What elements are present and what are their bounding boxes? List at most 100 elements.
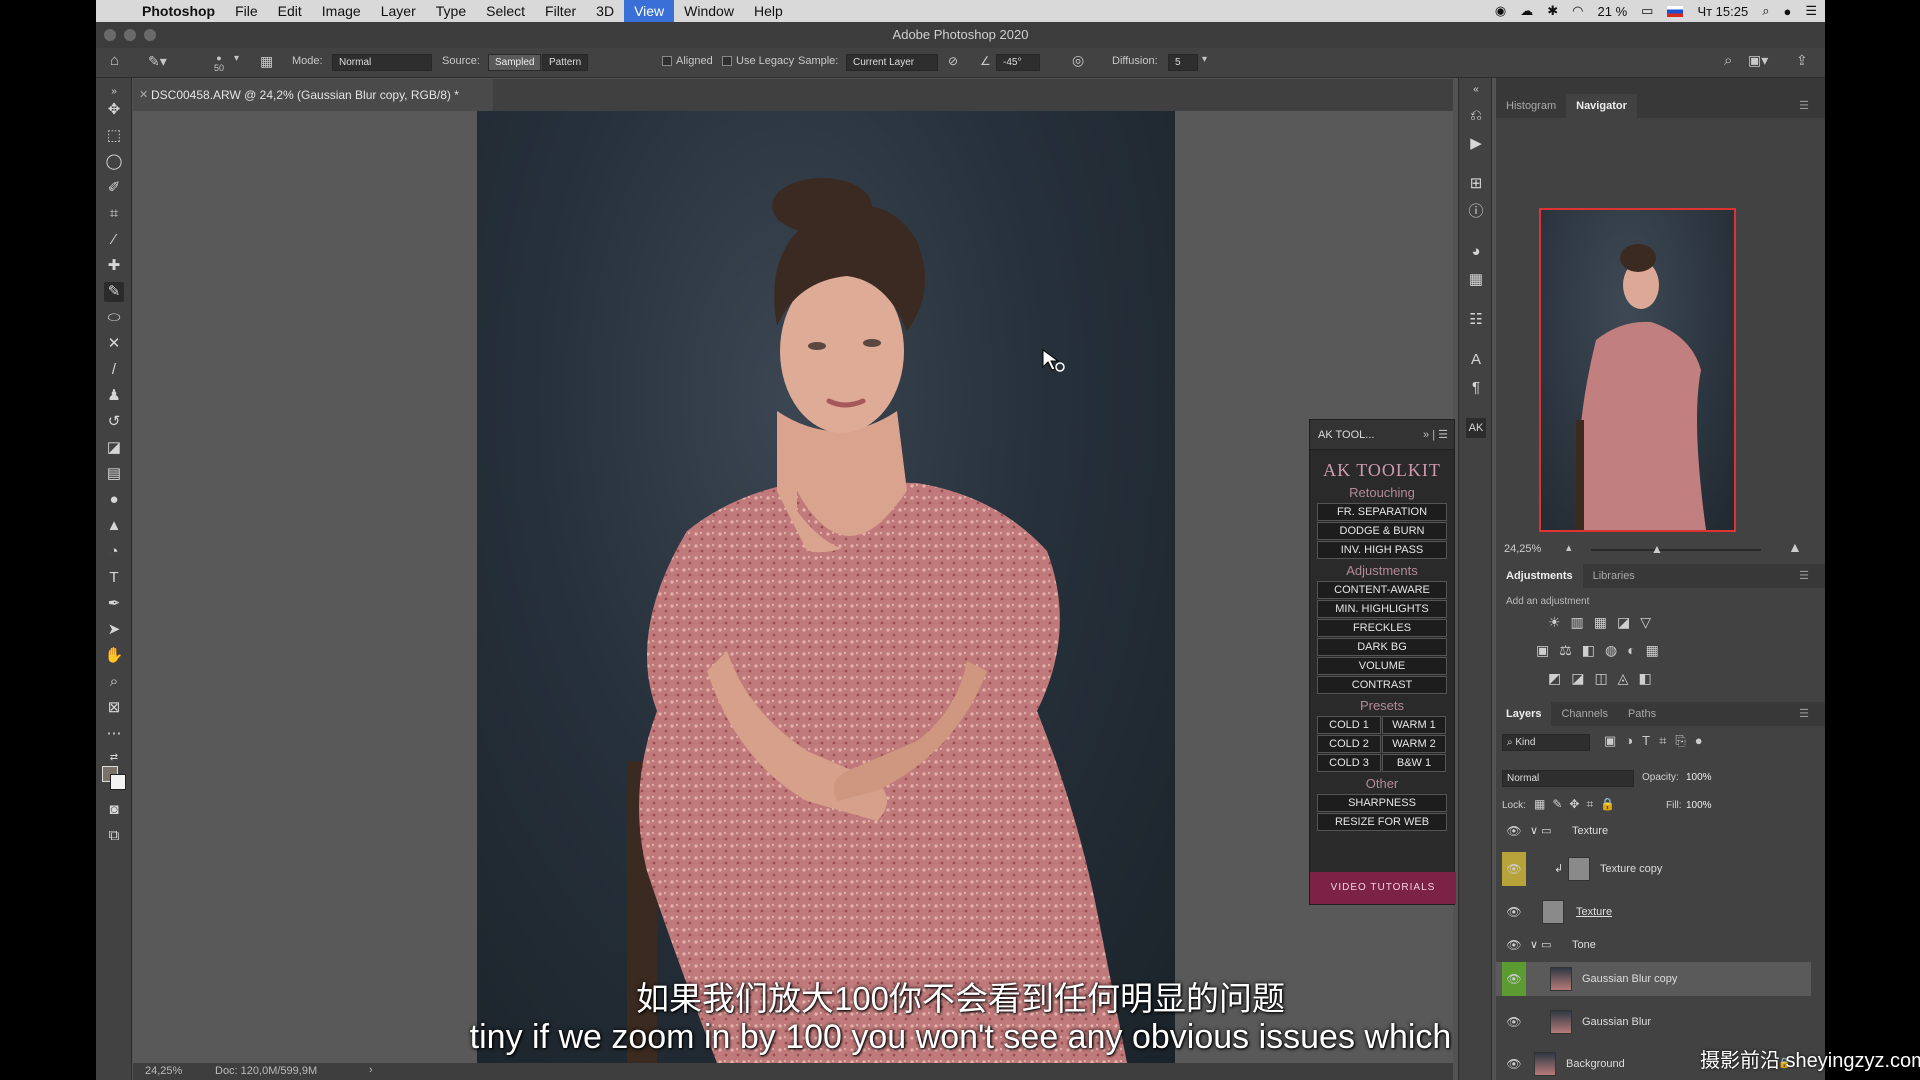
fr-separation-button[interactable]: FR. SEPARATION bbox=[1317, 503, 1447, 521]
adjustment-icons-row-2[interactable]: ▣⚖◧◍◐▦ bbox=[1536, 642, 1669, 659]
marquee-tool-icon[interactable]: ⬚ bbox=[104, 126, 124, 146]
layer-filter-select[interactable]: ⌕ Kind bbox=[1502, 734, 1590, 751]
bluetooth-icon[interactable]: ✱ bbox=[1547, 3, 1558, 19]
navigator-zoom-slider-handle[interactable]: ▲ bbox=[1651, 542, 1663, 556]
document-tab[interactable]: ✕ DSC00458.ARW @ 24,2% (Gaussian Blur co… bbox=[133, 79, 493, 111]
layer-filter-icons[interactable]: ▣◑T⌗⎘● bbox=[1604, 733, 1712, 749]
swatches-panel-icon[interactable]: ▦ bbox=[1466, 270, 1486, 290]
angle-input[interactable]: -45° bbox=[996, 54, 1040, 71]
content-aware-button[interactable]: CONTENT-AWARE bbox=[1317, 581, 1447, 599]
source-sampled-button[interactable]: Sampled bbox=[488, 54, 542, 71]
contrast-button[interactable]: CONTRAST bbox=[1317, 676, 1447, 694]
swap-colors-icon[interactable]: ⇄ bbox=[104, 748, 124, 768]
volume-button[interactable]: VOLUME bbox=[1317, 657, 1447, 675]
layer-group-tone[interactable]: 👁 ∨ ▭ Tone bbox=[1496, 933, 1811, 957]
brush-settings-icon[interactable]: ▦ bbox=[260, 53, 273, 70]
crop-tool-icon[interactable]: ⌗ bbox=[104, 204, 124, 224]
diffusion-input[interactable]: 5 bbox=[1168, 54, 1198, 71]
input-language-flag-icon[interactable] bbox=[1667, 5, 1684, 17]
pen-tool-icon[interactable]: ✒ bbox=[104, 594, 124, 614]
close-window-icon[interactable] bbox=[104, 29, 116, 41]
sample-select[interactable]: Current Layer bbox=[846, 54, 938, 71]
minimize-window-icon[interactable] bbox=[124, 29, 136, 41]
group-expand-chevron-icon[interactable]: ∨ ▭ bbox=[1530, 819, 1552, 843]
navigator-zoom-slider[interactable] bbox=[1591, 549, 1761, 551]
menu-filter[interactable]: Filter bbox=[535, 0, 586, 22]
move-tool-icon[interactable]: ✥ bbox=[104, 100, 124, 120]
dark-bg-button[interactable]: DARK BG bbox=[1317, 638, 1447, 656]
spotlight-search-icon[interactable]: ⌕ bbox=[1762, 3, 1769, 19]
status-doc-size[interactable]: Doc: 120,0M/599,9M bbox=[215, 1065, 317, 1077]
home-icon[interactable]: ⌂ bbox=[110, 52, 119, 69]
inv-high-pass-button[interactable]: INV. HIGH PASS bbox=[1317, 541, 1447, 559]
menu-layer[interactable]: Layer bbox=[371, 0, 426, 22]
portrait-photo[interactable] bbox=[477, 111, 1175, 1063]
siri-icon[interactable]: ● bbox=[1783, 4, 1791, 19]
collapse-toolbar-icon[interactable]: » bbox=[104, 82, 124, 102]
layers-menu-icon[interactable]: ☰ bbox=[1789, 702, 1819, 726]
quick-mask-icon[interactable]: ◙ bbox=[104, 800, 124, 820]
ak-panel-icon[interactable]: AK bbox=[1466, 418, 1486, 438]
video-tutorials-button[interactable]: VIDEO TUTORIALS bbox=[1310, 872, 1456, 904]
status-zoom[interactable]: 24,25% bbox=[145, 1065, 182, 1077]
freckles-button[interactable]: FRECKLES bbox=[1317, 619, 1447, 637]
clone-stamp-tool-icon[interactable]: ♟ bbox=[104, 386, 124, 406]
menu-edit[interactable]: Edit bbox=[268, 0, 312, 22]
lock-icons[interactable]: ▦✎✥⌗🔒 bbox=[1534, 797, 1622, 812]
battery-icon[interactable]: ▭ bbox=[1641, 3, 1653, 19]
adjustment-icons-row-1[interactable]: ☀▥▦◪▽ bbox=[1548, 614, 1661, 631]
notification-center-icon[interactable]: ☰ bbox=[1805, 3, 1817, 19]
source-pattern-button[interactable]: Pattern bbox=[542, 54, 589, 71]
tab-layers[interactable]: Layers bbox=[1496, 702, 1552, 726]
search-icon[interactable]: ⌕ bbox=[1724, 52, 1732, 69]
tab-navigator[interactable]: Navigator bbox=[1566, 94, 1637, 118]
spot-healing-tool-icon[interactable]: ✚ bbox=[104, 256, 124, 276]
visibility-eye-icon[interactable]: 👁 bbox=[1502, 819, 1526, 853]
ak-panel-menu-icon[interactable]: » | ☰ bbox=[1423, 420, 1448, 450]
healing-brush-preset-icon[interactable]: ✎▾ bbox=[148, 53, 167, 70]
patch-tool-icon[interactable]: ⬭ bbox=[104, 308, 124, 328]
blend-mode-select[interactable]: Normal bbox=[1502, 770, 1634, 787]
eraser-tool-icon[interactable]: ◪ bbox=[104, 438, 124, 458]
pressure-size-icon[interactable]: ◎ bbox=[1072, 52, 1084, 69]
workspace-icon[interactable]: ▣▾ bbox=[1748, 52, 1768, 69]
group-expand-chevron-icon[interactable]: ∨ ▭ bbox=[1530, 933, 1552, 957]
healing-brush-tool-icon[interactable]: ✎ bbox=[104, 282, 124, 302]
menu-app[interactable]: Photoshop bbox=[132, 0, 225, 22]
resize-for-web-button[interactable]: RESIZE FOR WEB bbox=[1317, 813, 1447, 831]
status-menu-chevron-icon[interactable]: › bbox=[369, 1064, 373, 1076]
sharpness-button[interactable]: SHARPNESS bbox=[1317, 794, 1447, 812]
min-highlights-button[interactable]: MIN. HIGHLIGHTS bbox=[1317, 600, 1447, 618]
angle-icon[interactable]: ∠ bbox=[980, 54, 991, 68]
navigator-thumbnail[interactable] bbox=[1539, 208, 1736, 532]
fill-input[interactable]: 100% bbox=[1686, 800, 1712, 811]
tab-libraries[interactable]: Libraries bbox=[1583, 564, 1645, 588]
navigator-menu-icon[interactable]: ☰ bbox=[1789, 94, 1819, 118]
color-panel-icon[interactable]: ◕ bbox=[1466, 242, 1486, 262]
properties-panel-icon[interactable]: ☷ bbox=[1466, 310, 1486, 330]
collapse-strip-icon[interactable]: « bbox=[1466, 80, 1486, 100]
use-legacy-checkbox[interactable]: Use Legacy bbox=[722, 55, 794, 67]
brush-tool-icon[interactable]: / bbox=[104, 360, 124, 380]
warm-2-button[interactable]: WARM 2 bbox=[1382, 735, 1446, 753]
clock[interactable]: Чт 15:25 bbox=[1697, 4, 1748, 19]
layer-texture-copy[interactable]: 👁 ↲ Texture copy bbox=[1496, 852, 1811, 886]
close-document-icon[interactable]: ✕ bbox=[139, 79, 148, 111]
blur-tool-icon[interactable]: ● bbox=[104, 490, 124, 510]
record-icon[interactable]: ◉ bbox=[1495, 3, 1506, 19]
menu-image[interactable]: Image bbox=[312, 0, 371, 22]
bw-1-button[interactable]: B&W 1 bbox=[1382, 754, 1446, 772]
zoom-tool-icon[interactable]: ⌕ bbox=[104, 672, 124, 692]
ak-panel-tab[interactable]: AK TOOL... bbox=[1318, 429, 1374, 441]
brush-settings-panel-icon[interactable]: ⊞ bbox=[1466, 174, 1486, 194]
warm-1-button[interactable]: WARM 1 bbox=[1382, 716, 1446, 734]
adjustments-menu-icon[interactable]: ☰ bbox=[1789, 564, 1819, 588]
menu-view[interactable]: View bbox=[624, 0, 675, 22]
quick-selection-tool-icon[interactable]: ✐ bbox=[104, 178, 124, 198]
menu-type[interactable]: Type bbox=[426, 0, 476, 22]
mode-select[interactable]: Normal bbox=[332, 54, 432, 71]
brush-dropdown-chevron-icon[interactable]: ▾ bbox=[234, 53, 239, 64]
background-color-swatch[interactable] bbox=[110, 774, 126, 790]
brush-size-picker[interactable]: ● 50 bbox=[214, 53, 224, 73]
dodge-burn-button[interactable]: DODGE & BURN bbox=[1317, 522, 1447, 540]
